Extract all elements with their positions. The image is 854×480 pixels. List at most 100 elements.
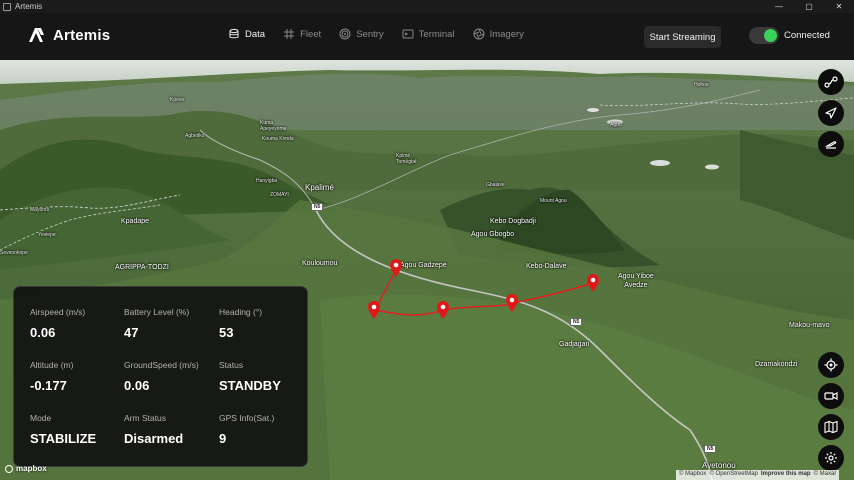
battery-label: Battery Level (%) — [124, 307, 190, 317]
road-shield-n5: N5 — [704, 445, 717, 453]
road-shield-n5: N5 — [311, 203, 324, 211]
locate-button[interactable] — [818, 352, 844, 378]
airspeed-value: 0.06 — [30, 325, 56, 340]
place-zomayi: ZOMAYI — [270, 192, 289, 198]
place-kouloumou: Kouloumou — [302, 260, 338, 267]
top-navbar: Artemis Data Fleet Sentry Terminal Image… — [0, 13, 854, 60]
attribution-maxar-link[interactable]: © Maxar — [814, 471, 837, 479]
navigation-arrow-icon — [825, 107, 837, 119]
groundspeed-value: 0.06 — [124, 378, 150, 393]
waypoint-marker[interactable] — [367, 300, 381, 320]
place-sevenokope: Sevenokope — [0, 250, 28, 256]
waypoint-marker[interactable] — [586, 273, 600, 293]
tab-imagery-label: Imagery — [489, 28, 524, 40]
place-agou-yiboe: Agou Yiboe Avedze — [618, 273, 654, 289]
waypoint-marker[interactable] — [389, 258, 403, 278]
route-share-icon — [824, 76, 838, 88]
connection-status-label: Connected — [784, 30, 830, 41]
toggle-knob — [764, 29, 777, 42]
groundspeed-readout: GroundSpeed (m/s) 0.06 — [124, 360, 199, 393]
main-tabs: Data Fleet Sentry Terminal Imagery — [228, 28, 542, 40]
place-agrippa: AGRIPPA-TODZI — [115, 264, 169, 271]
road-shield-n5: N5 — [570, 318, 583, 326]
navigate-button[interactable] — [818, 100, 844, 126]
gps-value: 9 — [219, 431, 227, 446]
mapbox-logo[interactable]: mapbox — [5, 464, 47, 473]
database-icon — [229, 28, 239, 39]
takeoff-icon — [824, 141, 837, 149]
app-icon — [3, 2, 11, 11]
arm-status-label: Arm Status — [124, 413, 167, 423]
tab-imagery[interactable]: Imagery — [473, 28, 524, 40]
altitude-value: -0.177 — [30, 378, 67, 393]
place-kpalime: Kpalimé — [305, 183, 334, 192]
place-kuma: Kuma Apeyeyeme — [260, 120, 287, 132]
improve-map-link[interactable]: Improve this map — [761, 471, 811, 479]
start-streaming-button[interactable]: Start Streaming — [644, 26, 721, 48]
telemetry-panel: Airspeed (m/s) 0.06 Battery Level (%) 47… — [13, 286, 308, 467]
place-hanyigba: Hanyigba — [256, 178, 278, 184]
takeoff-button[interactable] — [818, 131, 844, 157]
terminal-icon — [402, 29, 414, 39]
place-gadjagan: Gadjagan — [559, 341, 590, 348]
place-kpadape: Kpadape — [121, 218, 150, 225]
map-layers-button[interactable] — [818, 414, 844, 440]
tab-fleet[interactable]: Fleet — [283, 28, 321, 40]
radar-icon — [339, 28, 351, 40]
mapbox-logo-icon — [5, 464, 13, 473]
artemis-logo-icon — [29, 28, 44, 42]
place-kpime: Kpimé Tomégbé — [396, 153, 417, 165]
waypoint-marker[interactable] — [505, 293, 519, 313]
window-titlebar: Artemis — ▢ ✕ — [0, 0, 854, 13]
tab-data[interactable]: Data — [228, 28, 265, 40]
mapbox-logo-text: mapbox — [16, 464, 47, 473]
locate-target-icon — [824, 358, 838, 372]
place-agou-gadzepe: Agou Gadzepe — [400, 262, 447, 269]
attribution-osm-link[interactable]: © OpenStreetMap — [709, 471, 757, 479]
place-agou-gbogbo: Agou Gbogbo — [471, 231, 515, 238]
place-kebo-dalave: Kebo-Dalave — [526, 263, 567, 270]
tab-terminal-label: Terminal — [418, 28, 455, 40]
place-mount-agou: Mount Agou — [540, 198, 567, 204]
status-value: STANDBY — [219, 378, 281, 393]
mode-label: Mode — [30, 413, 52, 423]
brand[interactable]: Artemis — [26, 25, 110, 45]
tab-fleet-label: Fleet — [300, 28, 322, 40]
close-button[interactable]: ✕ — [824, 2, 854, 11]
battery-readout: Battery Level (%) 47 — [124, 307, 189, 340]
altitude-readout: Altitude (m) -0.177 — [30, 360, 73, 393]
place-kebo-dogbadji: Kebo Dogbadji — [490, 218, 536, 225]
place-makou-mavo: Makou-mavo — [789, 322, 830, 329]
heading-label: Heading (°) — [219, 307, 263, 317]
map-icon — [824, 420, 838, 434]
place-agbo: Agbo — [610, 122, 622, 128]
place-yeviepe: Yeviepe — [38, 232, 56, 238]
minimize-button[interactable]: — — [764, 2, 794, 11]
gps-label: GPS Info(Sat.) — [219, 413, 275, 423]
maximize-button[interactable]: ▢ — [794, 2, 824, 11]
gps-readout: GPS Info(Sat.) 9 — [219, 413, 274, 446]
arm-status-value: Disarmed — [124, 431, 184, 446]
place-kpeve: Kpeve — [170, 97, 185, 103]
heading-readout: Heading (°) 53 — [219, 307, 262, 340]
tab-terminal[interactable]: Terminal — [402, 28, 455, 40]
map-attribution: © Mapbox © OpenStreetMap Improve this ma… — [676, 470, 840, 480]
route-share-button[interactable] — [818, 69, 844, 95]
status-label: Status — [219, 360, 244, 370]
place-kouma-konda: Kouma Konda — [262, 136, 294, 142]
battery-value: 47 — [124, 325, 139, 340]
status-readout: Status STANDBY — [219, 360, 281, 393]
mode-readout: Mode STABILIZE — [30, 413, 96, 446]
place-hohoe: Hohoe — [694, 82, 709, 88]
attribution-mapbox-link[interactable]: © Mapbox — [679, 471, 706, 479]
place-avetonou: Avetonou — [702, 461, 736, 470]
airspeed-label: Airspeed (m/s) — [30, 307, 86, 317]
waypoint-marker[interactable] — [436, 300, 450, 320]
video-button[interactable] — [818, 383, 844, 409]
place-agbetiko: Agbetiko — [185, 133, 205, 139]
settings-button[interactable] — [818, 445, 844, 471]
tab-sentry-label: Sentry — [356, 28, 384, 40]
place-mayondi: Mayondi — [30, 207, 49, 213]
tab-sentry[interactable]: Sentry — [339, 28, 384, 40]
connection-toggle[interactable] — [749, 27, 779, 44]
